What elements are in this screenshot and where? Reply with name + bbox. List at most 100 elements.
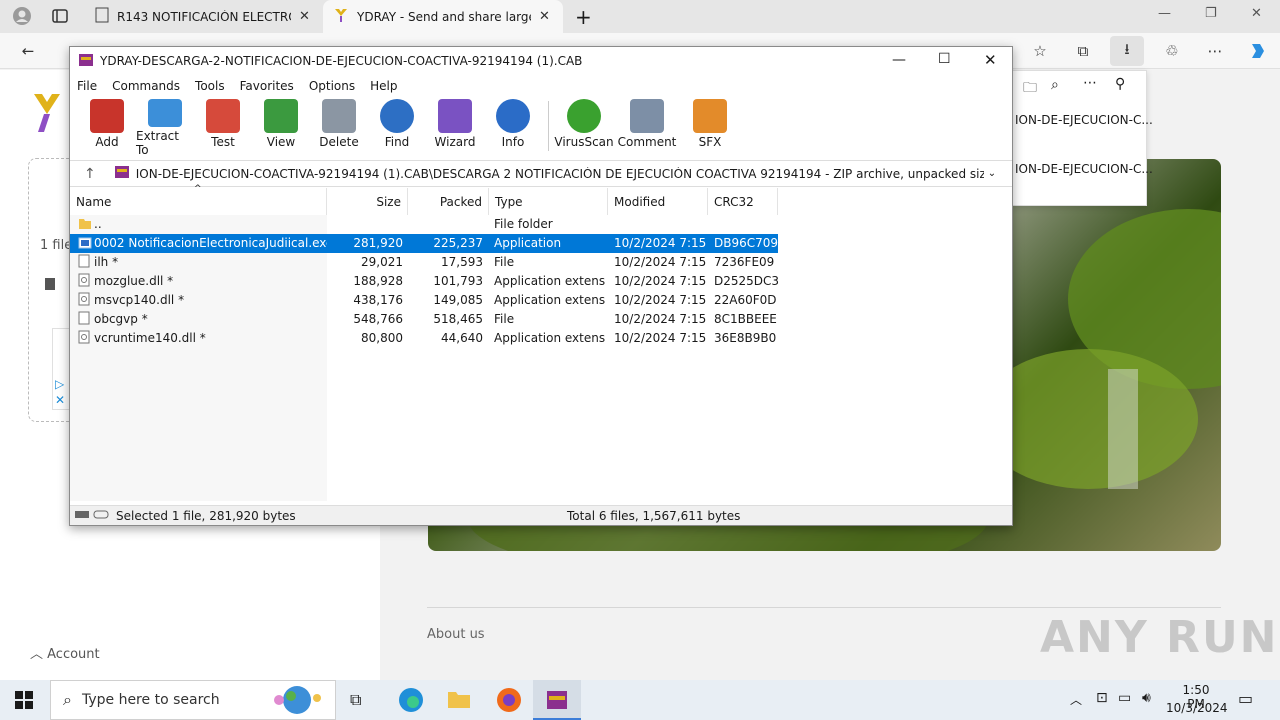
row-modified: 10/2/2024 7:15 ... [614, 255, 706, 269]
winrar-taskbar-icon[interactable] [533, 680, 581, 720]
taskbar-search[interactable]: ⌕ Type here to search [50, 680, 336, 720]
tab-actions-icon[interactable] [50, 6, 70, 26]
add-icon [90, 99, 124, 133]
notifications-icon[interactable]: ▭ [1238, 689, 1253, 708]
menu-file[interactable]: File [77, 79, 97, 93]
col-header-modified[interactable]: Modified [608, 188, 708, 215]
search-icon[interactable]: ⌕ [1051, 77, 1059, 93]
search-icon: ⌕ [63, 690, 72, 709]
ad-close-icon[interactable]: ✕ [55, 393, 65, 407]
table-row[interactable]: vcruntime140.dll * 80,800 44,640 Applica… [70, 329, 778, 348]
delete-button[interactable]: Delete [310, 99, 368, 157]
extensions-icon[interactable]: ♲ [1162, 41, 1182, 61]
file-icon [44, 277, 56, 294]
maximize-icon[interactable]: ☐ [938, 51, 951, 67]
find-button[interactable]: Find [368, 99, 426, 157]
new-tab-button[interactable]: + [565, 0, 595, 33]
more-icon[interactable]: ⋯ [1083, 75, 1097, 91]
profile-icon[interactable] [12, 6, 32, 26]
restore-icon[interactable]: ❐ [1205, 6, 1217, 21]
menu-commands[interactable]: Commands [112, 79, 180, 93]
col-header-type[interactable]: Type [489, 188, 608, 215]
network-icon[interactable]: ⊡ [1096, 690, 1108, 706]
firefox-icon[interactable] [496, 687, 522, 716]
download-item[interactable]: ION-DE-EJECUCION-C... [1015, 113, 1153, 127]
task-view-icon[interactable]: ⧉ [350, 690, 361, 710]
add-button[interactable]: Add [78, 99, 136, 157]
display-icon[interactable]: ▭ [1118, 690, 1131, 706]
row-modified: 10/2/2024 7:15 ... [614, 293, 706, 307]
comment-button[interactable]: Comment [613, 99, 681, 157]
header-label: CRC32 [714, 194, 754, 209]
wizard-button[interactable]: Wizard [426, 99, 484, 157]
windows-start-icon[interactable] [14, 690, 34, 713]
row-name: vcruntime140.dll * [94, 331, 206, 345]
page-icon [95, 7, 109, 26]
row-packed: 225,237 [433, 236, 483, 250]
tool-label: Test [211, 135, 235, 149]
col-header-packed[interactable]: Packed [408, 188, 489, 215]
copilot-icon[interactable] [1248, 41, 1268, 61]
info-icon [496, 99, 530, 133]
back-icon[interactable]: ← [18, 41, 38, 61]
up-arrow-icon[interactable]: ↑ [84, 166, 96, 182]
chevron-down-icon[interactable]: ⌄ [988, 168, 996, 179]
view-button[interactable]: View [252, 99, 310, 157]
col-header-size[interactable]: Size [327, 188, 408, 215]
clock-date[interactable]: 10/3/2024 [1166, 701, 1228, 715]
file-icon [78, 311, 90, 328]
row-crc: 7236FE09 [714, 255, 775, 269]
menu-options[interactable]: Options [309, 79, 355, 93]
table-row[interactable]: .. File folder [70, 215, 778, 234]
info-button[interactable]: Info [484, 99, 542, 157]
download-item[interactable]: ION-DE-EJECUCION-C... [1015, 162, 1153, 176]
row-name: msvcp140.dll * [94, 293, 185, 307]
downloads-icon[interactable]: ⭳ [1110, 36, 1144, 66]
volume-icon[interactable]: 🔊︎ [1142, 690, 1151, 706]
search-input[interactable]: Type here to search [82, 692, 220, 708]
favorite-icon[interactable]: ☆ [1030, 41, 1050, 61]
menu-help[interactable]: Help [370, 79, 397, 93]
tab-ydray[interactable]: YDRAY - Send and share large and ✕ [323, 0, 563, 33]
drive-icon[interactable] [74, 509, 110, 524]
sfx-button[interactable]: SFX [681, 99, 739, 157]
minimize-icon[interactable]: — [892, 52, 906, 68]
tool-label: Wizard [434, 135, 476, 149]
folder-icon[interactable]: 🗀 [1023, 77, 1037, 101]
tool-label: Extract To [136, 129, 179, 157]
edge-icon[interactable] [398, 687, 424, 716]
virusscan-button[interactable]: VirusScan [554, 99, 614, 157]
menu-tools[interactable]: Tools [195, 79, 225, 93]
close-tab-icon[interactable]: ✕ [539, 9, 550, 24]
table-row[interactable]: obcgvp * 548,766 518,465 File 10/2/2024 … [70, 310, 778, 329]
table-row[interactable]: msvcp140.dll * 438,176 149,085 Applicati… [70, 291, 778, 310]
menu-favorites[interactable]: Favorites [240, 79, 294, 93]
close-tab-icon[interactable]: ✕ [299, 9, 310, 24]
collections-icon[interactable]: ⧉ [1073, 41, 1093, 61]
close-icon[interactable]: ✕ [984, 51, 997, 69]
ydray-logo [32, 92, 62, 137]
extract-to-button[interactable]: Extract To [136, 99, 194, 157]
close-icon[interactable]: ✕ [1251, 6, 1262, 21]
tab-notificacion[interactable]: R143 NOTIFICACIÓN ELECTRÓNI ✕ [85, 0, 323, 33]
col-header-crc32[interactable]: CRC32 [708, 188, 778, 215]
row-crc: 22A60F0D [714, 293, 777, 307]
table-row[interactable]: 0002 NotificacionElectronicaJudiical.exe… [70, 234, 778, 253]
more-icon[interactable]: ⋯ [1205, 41, 1225, 61]
col-header-name[interactable]: Name ^ [70, 184, 327, 215]
account-link[interactable]: ︿ Account [30, 643, 100, 662]
row-name: 0002 NotificacionElectronicaJudiical.exe… [94, 236, 327, 250]
ad-choices-icon[interactable]: ▷ [55, 377, 64, 391]
table-row[interactable]: mozglue.dll * 188,928 101,793 Applicatio… [70, 272, 780, 291]
chevron-up-icon[interactable]: ︿ [1070, 691, 1082, 708]
winrar-toolbar: Add Extract To Test View Delete Find Wiz… [70, 99, 1012, 157]
archive-path[interactable]: ION-DE-EJECUCION-COACTIVA-92194194 (1).C… [136, 167, 984, 181]
row-crc: D2525DC3 [714, 274, 780, 288]
pin-icon[interactable]: ⚲ [1115, 76, 1125, 92]
table-row[interactable]: ilh * 29,021 17,593 File 10/2/2024 7:15 … [70, 253, 778, 272]
about-us-link[interactable]: About us [427, 627, 485, 642]
test-button[interactable]: Test [194, 99, 252, 157]
file-explorer-icon[interactable] [447, 688, 471, 713]
winrar-title-bar[interactable]: YDRAY-DESCARGA-2-NOTIFICACION-DE-EJECUCI… [70, 47, 1012, 75]
minimize-icon[interactable]: — [1158, 6, 1171, 21]
